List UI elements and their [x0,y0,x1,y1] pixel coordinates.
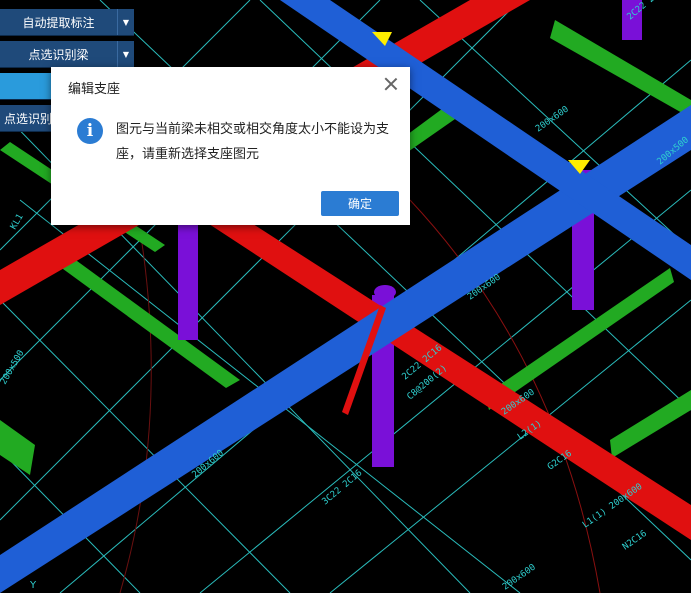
sidebar-item-label: 点选识别梁 [28,47,89,62]
dialog-message: 图元与当前梁未相交或相交角度太小不能设为支座，请重新选择支座图元 [116,122,390,162]
close-icon[interactable] [384,77,398,91]
ok-button[interactable]: 确定 [321,191,399,216]
point-identify-beam-button[interactable]: 点选识别梁 ▼ [0,41,134,68]
auto-extract-label-button[interactable]: 自动提取标注 ▼ [0,9,134,36]
edit-support-dialog: 编辑支座 i 图元与当前梁未相交或相交角度太小不能设为支座，请重新选择支座图元 … [51,67,410,225]
info-icon: i [77,118,103,144]
chevron-down-icon[interactable]: ▼ [117,9,134,35]
chevron-down-icon[interactable]: ▼ [117,41,134,67]
axis-y-indicator: Y [29,580,37,591]
sidebar-item-label: 自动提取标注 [22,15,95,30]
dialog-title: 编辑支座 [68,82,121,97]
